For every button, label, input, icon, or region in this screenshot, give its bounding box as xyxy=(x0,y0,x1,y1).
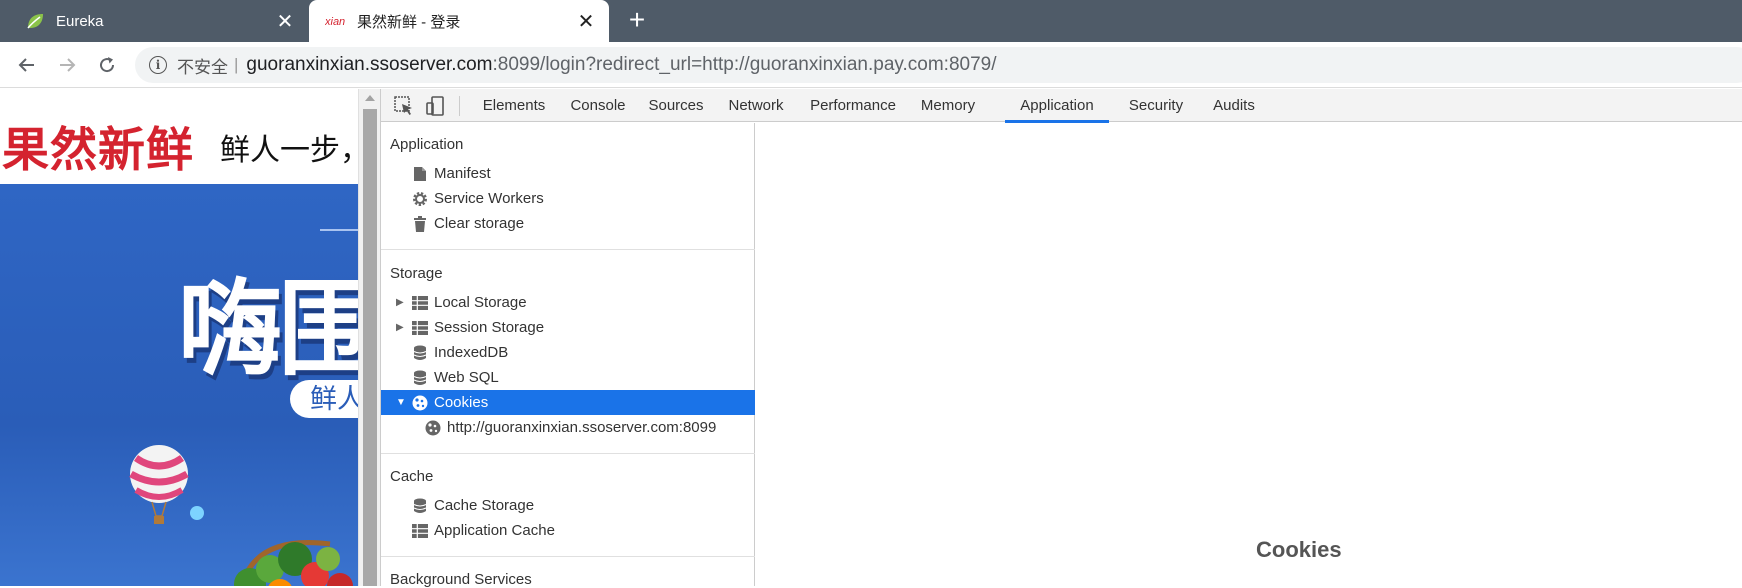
url-host: guoranxinxian.ssoserver.com xyxy=(246,54,493,75)
section-divider xyxy=(381,453,755,454)
sidebar-item-label: Cache Storage xyxy=(434,497,535,514)
sidebar-item-label: Manifest xyxy=(434,165,491,182)
site-slogan: 鲜人一步， xyxy=(220,134,358,167)
site-logo[interactable]: 果然新鲜 xyxy=(2,111,194,180)
arrow-right-icon xyxy=(60,58,76,72)
sidebar-item-cache-storage[interactable]: Cache Storage xyxy=(381,493,755,518)
site-header: 果然新鲜 鲜人一步， xyxy=(0,89,358,184)
section-title-storage: Storage xyxy=(390,265,443,282)
tab-title: Eureka xyxy=(56,12,104,30)
tab-security[interactable]: Security xyxy=(1121,89,1191,122)
balloon-image xyxy=(128,444,190,533)
sidebar-item-cookie-origin[interactable]: http://guoranxinxian.ssoserver.com:8099 xyxy=(381,415,755,440)
main-pane-title: Cookies xyxy=(1256,537,1342,562)
tab-performance[interactable]: Performance xyxy=(805,89,901,122)
reload-button[interactable] xyxy=(92,50,122,80)
cookies-main-pane: Cookies xyxy=(756,123,1742,586)
close-tab-icon[interactable]: ✕ xyxy=(571,9,601,34)
url-rest: :8099/login?redirect_url=http://guoranxi… xyxy=(492,54,997,75)
banner-decor-line xyxy=(320,229,358,231)
banner-headline: 嗨围 xyxy=(178,268,358,390)
gear-icon xyxy=(412,191,428,207)
sidebar-item-label: Local Storage xyxy=(434,294,527,311)
new-tab-button[interactable]: + xyxy=(622,6,652,36)
tab-memory[interactable]: Memory xyxy=(915,89,981,122)
forward-button[interactable] xyxy=(52,50,82,80)
trash-icon xyxy=(412,215,428,232)
sidebar-item-label: http://guoranxinxian.ssoserver.com:8099 xyxy=(447,419,717,436)
cookie-icon xyxy=(412,395,428,411)
separator: | xyxy=(234,55,239,74)
back-button[interactable] xyxy=(12,50,42,80)
toolbar-divider xyxy=(459,96,460,116)
svg-text:xian: xian xyxy=(325,16,345,28)
inspect-element-icon[interactable] xyxy=(393,95,415,117)
devtools-tabbar: Elements Console Sources Network Perform… xyxy=(381,89,1742,123)
info-icon[interactable]: i xyxy=(149,56,167,74)
collapse-arrow-icon[interactable]: ▼ xyxy=(396,397,408,408)
scrollbar-thumb[interactable] xyxy=(363,109,377,586)
xian-logo-icon: xian xyxy=(325,10,347,32)
expand-arrow-icon[interactable]: ▶ xyxy=(396,297,408,308)
tab-audits[interactable]: Audits xyxy=(1203,89,1265,122)
sidebar-item-label: Web SQL xyxy=(434,369,499,386)
vegetable-basket-image xyxy=(210,514,358,586)
grid-icon xyxy=(412,320,428,336)
tab-network[interactable]: Network xyxy=(721,89,791,122)
section-title-background-services: Background Services xyxy=(390,571,532,588)
section-divider xyxy=(381,556,755,557)
database-icon xyxy=(412,370,428,386)
tab-login[interactable]: xian 果然新鲜 - 登录 ✕ xyxy=(309,0,609,42)
device-toolbar-icon[interactable] xyxy=(425,95,447,117)
sidebar-item-label: Application Cache xyxy=(434,522,555,539)
sidebar-item-label: Cookies xyxy=(434,394,489,411)
sidebar-item-service-workers[interactable]: Service Workers xyxy=(381,186,755,211)
cookie-icon xyxy=(425,420,441,436)
banner-pill: 鲜人 xyxy=(290,380,358,418)
decor-dot xyxy=(190,506,204,520)
expand-arrow-icon[interactable]: ▶ xyxy=(396,322,408,333)
close-tab-icon[interactable]: ✕ xyxy=(270,9,300,34)
sidebar-item-label: Session Storage xyxy=(434,319,545,336)
security-label[interactable]: 不安全 xyxy=(177,53,228,78)
devtools-panel: Elements Console Sources Network Perform… xyxy=(380,89,1742,588)
sidebar-item-local-storage[interactable]: ▶ Local Storage xyxy=(381,290,755,315)
tab-console[interactable]: Console xyxy=(565,89,631,122)
section-divider xyxy=(381,249,755,250)
section-title-application: Application xyxy=(390,136,464,153)
section-title-cache: Cache xyxy=(390,468,434,485)
sidebar-item-cookies[interactable]: ▼ Cookies xyxy=(381,390,755,415)
promo-banner[interactable]: 嗨围 鲜人 xyxy=(0,184,358,586)
sidebar-item-label: Clear storage xyxy=(434,215,525,232)
sidebar-item-label: IndexedDB xyxy=(434,344,509,361)
web-page: 果然新鲜 鲜人一步， 嗨围 鲜人 xyxy=(0,89,358,586)
database-icon xyxy=(412,345,428,361)
url-text[interactable]: guoranxinxian.ssoserver.com:8099/login?r… xyxy=(246,54,996,76)
scroll-up-icon[interactable] xyxy=(365,95,375,101)
sidebar-item-label: Service Workers xyxy=(434,190,544,207)
page-scrollbar[interactable] xyxy=(358,89,380,586)
tab-application[interactable]: Application xyxy=(1005,89,1109,123)
sidebar-item-session-storage[interactable]: ▶ Session Storage xyxy=(381,315,755,340)
sidebar-item-clear-storage[interactable]: Clear storage xyxy=(381,211,755,236)
grid-icon xyxy=(412,523,428,539)
sidebar-item-indexeddb[interactable]: IndexedDB xyxy=(381,340,755,365)
tab-title: 果然新鲜 - 登录 xyxy=(357,13,461,31)
grid-icon xyxy=(412,295,428,311)
tab-strip: Eureka ✕ xian 果然新鲜 - 登录 ✕ + xyxy=(0,0,1742,42)
file-icon xyxy=(412,166,428,182)
spring-leaf-icon xyxy=(24,10,46,32)
sidebar-item-web-sql[interactable]: Web SQL xyxy=(381,365,755,390)
tab-eureka[interactable]: Eureka ✕ xyxy=(0,0,308,42)
tab-elements[interactable]: Elements xyxy=(477,89,551,122)
database-icon xyxy=(412,498,428,514)
browser-toolbar: i 不安全 | guoranxinxian.ssoserver.com:8099… xyxy=(0,42,1742,88)
tab-sources[interactable]: Sources xyxy=(643,89,709,122)
sidebar-item-manifest[interactable]: Manifest xyxy=(381,161,755,186)
application-sidebar: Application Manifest Service Workers Cle… xyxy=(381,123,755,588)
address-bar[interactable]: i 不安全 | guoranxinxian.ssoserver.com:8099… xyxy=(135,47,1742,83)
reload-icon xyxy=(100,57,115,73)
arrow-left-icon xyxy=(18,58,34,72)
sidebar-item-application-cache[interactable]: Application Cache xyxy=(381,518,755,543)
